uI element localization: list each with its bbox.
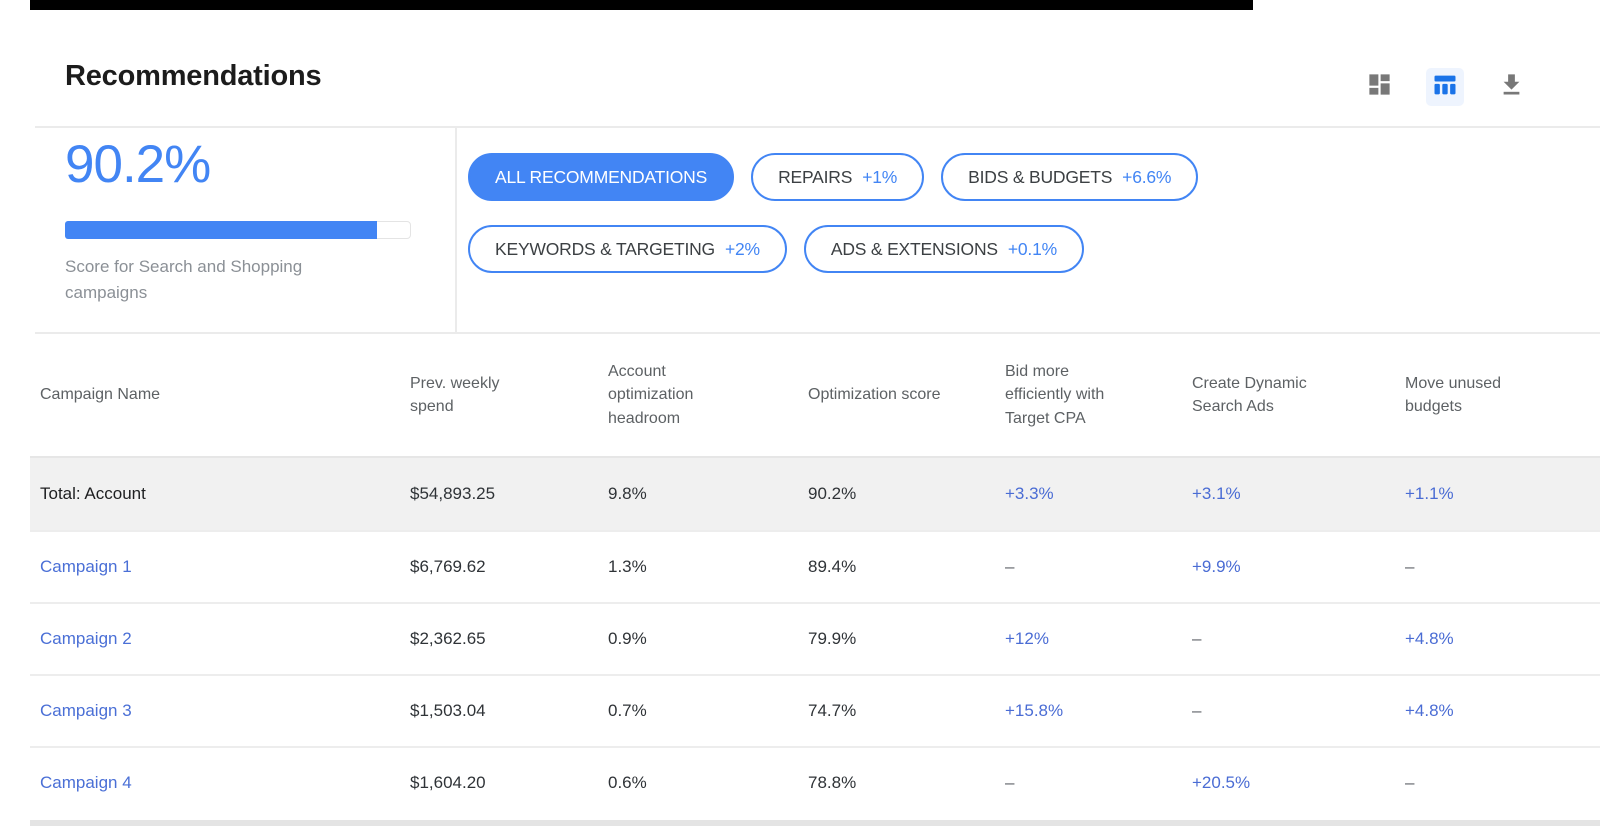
campaign-link[interactable]: Campaign 3	[40, 701, 132, 720]
column-header[interactable]: Bid more efficiently with Target CPA	[1005, 360, 1192, 430]
filter-chip-label: ALL RECOMMENDATIONS	[495, 166, 708, 187]
filter-chip-bids-budgets[interactable]: BIDS & BUDGETS +6.6%	[941, 153, 1199, 201]
filter-chip-delta: +1%	[862, 166, 898, 187]
filter-chip-delta: +0.1%	[1007, 238, 1057, 259]
no-value-dash: –	[1405, 773, 1415, 792]
filter-chip-label: ADS & EXTENSIONS	[830, 238, 998, 259]
optimization-score-value: 90.2%	[65, 135, 211, 194]
metric-value: 0.9%	[608, 629, 647, 648]
download-icon	[1498, 71, 1525, 103]
column-header-label: Move unused budgets	[1405, 374, 1502, 415]
metric-value: 89.4%	[808, 557, 857, 576]
recommendations-table: Campaign Name Prev. weekly spend Account o…	[0, 334, 1600, 818]
uplift-value[interactable]: +12%	[1005, 629, 1049, 648]
score-progress-fill	[65, 221, 378, 239]
no-value-dash: –	[1005, 773, 1015, 792]
metric-value: 9.8%	[608, 484, 647, 503]
no-value-dash: –	[1005, 557, 1015, 576]
column-header[interactable]: Move unused budgets	[1405, 372, 1600, 418]
metric-value: 0.7%	[608, 701, 647, 720]
filter-chip-all-recommendations[interactable]: ALL RECOMMENDATIONS	[468, 153, 735, 201]
metric-value: 90.2%	[808, 484, 857, 503]
dashboard-view-button[interactable]	[1360, 68, 1398, 106]
uplift-value[interactable]: +9.9%	[1192, 557, 1241, 576]
no-value-dash: –	[1405, 557, 1415, 576]
top-black-bar	[30, 0, 1253, 10]
total-label: Total: Account	[40, 484, 146, 503]
uplift-value[interactable]: +4.8%	[1405, 629, 1454, 648]
table-view-button[interactable]	[1426, 68, 1464, 106]
metric-value: $54,893.25	[410, 484, 496, 503]
uplift-value[interactable]: +4.8%	[1405, 701, 1454, 720]
uplift-value[interactable]: +3.3%	[1005, 484, 1054, 503]
view-toolbar	[1360, 68, 1530, 106]
table-row-total: Total: Account $54,893.25 9.8% 90.2% +3.3% +3…	[30, 456, 1600, 530]
column-header[interactable]: Account optimization headroom	[608, 360, 808, 430]
table-row: Campaign 4 $1,604.20 0.6% 78.8% – +20.5% –	[30, 746, 1600, 818]
table-header-row: Campaign Name Prev. weekly spend Account o…	[0, 334, 1600, 456]
metric-value: 1.3%	[608, 557, 647, 576]
column-header-label: Bid more efficiently with Target CPA	[1005, 363, 1105, 427]
metric-value: 78.8%	[808, 773, 857, 792]
table-row: Campaign 3 $1,503.04 0.7% 74.7% +15.8% – +4.8%	[30, 674, 1600, 746]
filter-chip-keywords-targeting[interactable]: KEYWORDS & TARGETING +2%	[468, 225, 787, 273]
filter-chip-label: BIDS & BUDGETS	[968, 166, 1113, 187]
uplift-value[interactable]: +1.1%	[1405, 484, 1454, 503]
filter-chip-delta: +6.6%	[1122, 166, 1172, 187]
campaign-link[interactable]: Campaign 1	[40, 557, 132, 576]
filter-chip-repairs[interactable]: REPAIRS +1%	[751, 153, 925, 201]
score-progress-bar	[65, 221, 411, 239]
metric-value: $2,362.65	[410, 629, 486, 648]
column-header-label: Create Dynamic Search Ads	[1192, 374, 1307, 415]
uplift-value[interactable]: +15.8%	[1005, 701, 1063, 720]
filter-chip-label: REPAIRS	[778, 166, 853, 187]
column-header-label: Account optimization headroom	[608, 363, 694, 427]
page-title: Recommendations	[65, 60, 322, 92]
header-divider	[35, 126, 1600, 128]
table-row: Campaign 2 $2,362.65 0.9% 79.9% +12% – +4.8%	[30, 602, 1600, 674]
filter-chip-ads-extensions[interactable]: ADS & EXTENSIONS +0.1%	[803, 225, 1084, 273]
vertical-divider	[455, 127, 457, 333]
column-header[interactable]: Create Dynamic Search Ads	[1192, 372, 1405, 418]
column-header[interactable]: Optimization score	[808, 383, 1005, 406]
metric-value: $6,769.62	[410, 557, 486, 576]
metric-value: 0.6%	[608, 773, 647, 792]
table-view-icon	[1431, 71, 1459, 104]
download-button[interactable]	[1492, 68, 1530, 106]
no-value-dash: –	[1192, 701, 1202, 720]
metric-value: $1,503.04	[410, 701, 486, 720]
column-header-label: Campaign Name	[40, 386, 161, 404]
table-row: Campaign 1 $6,769.62 1.3% 89.4% – +9.9% –	[30, 530, 1600, 602]
metric-value: 74.7%	[808, 701, 857, 720]
table-bottom-border	[30, 820, 1600, 826]
no-value-dash: –	[1192, 629, 1202, 648]
column-header[interactable]: Campaign Name	[40, 383, 410, 406]
filter-chip-delta: +2%	[724, 238, 760, 259]
campaign-link[interactable]: Campaign 2	[40, 629, 132, 648]
filter-chip-label: KEYWORDS & TARGETING	[495, 238, 715, 259]
dashboard-icon	[1366, 71, 1393, 103]
column-header-label: Optimization score	[808, 386, 941, 404]
campaign-link[interactable]: Campaign 4	[40, 773, 132, 792]
filter-chips: ALL RECOMMENDATIONS REPAIRS +1% BIDS & BUDG…	[468, 153, 1318, 273]
column-header-label: Prev. weekly spend	[410, 374, 500, 415]
metric-value: $1,604.20	[410, 773, 486, 792]
uplift-value[interactable]: +20.5%	[1192, 773, 1250, 792]
score-caption: Score for Search and Shopping campaigns	[65, 257, 303, 303]
table-body: Total: Account $54,893.25 9.8% 90.2% +3.3% +3…	[30, 456, 1600, 818]
metric-value: 79.9%	[808, 629, 857, 648]
column-header[interactable]: Prev. weekly spend	[410, 372, 608, 418]
uplift-value[interactable]: +3.1%	[1192, 484, 1241, 503]
